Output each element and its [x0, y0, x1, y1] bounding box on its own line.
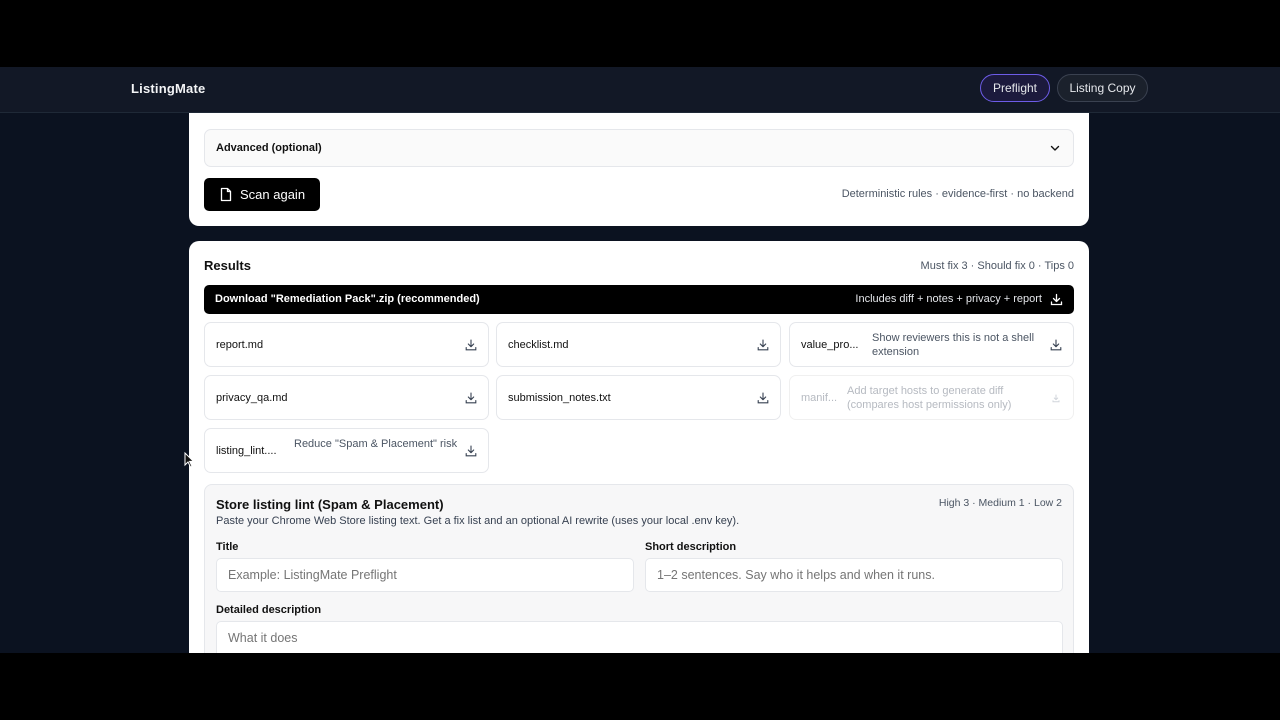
download-icon	[1052, 394, 1060, 403]
file-tile-privacy-qa[interactable]: privacy_qa.md	[204, 375, 489, 420]
lint-title: Store listing lint (Spam & Placement)	[216, 497, 444, 512]
scan-again-button[interactable]: Scan again	[204, 178, 320, 211]
download-icon	[757, 392, 769, 404]
detailed-description-label: Detailed description	[216, 604, 322, 616]
download-pack-meta: Includes diff + notes + privacy + report	[855, 293, 1042, 305]
download-icon	[757, 339, 769, 351]
file-tile-listing-lint[interactable]: listing_lint.... Reduce "Spam & Placemen…	[204, 428, 489, 473]
scan-mode-note: Deterministic rules · evidence-first · n…	[841, 188, 1074, 200]
file-name: report.md	[216, 339, 264, 351]
scan-card: Advanced (optional) Scan again Determini…	[189, 107, 1089, 226]
file-name: value_pro...	[801, 339, 859, 351]
top-navigation-bar: ListingMate Preflight Listing Copy	[0, 67, 1280, 113]
file-name: checklist.md	[508, 339, 569, 351]
file-name: manif...	[801, 392, 838, 404]
file-description: Reduce "Spam & Placement" risk	[294, 438, 458, 450]
download-icon	[1050, 339, 1062, 351]
tab-listing-copy[interactable]: Listing Copy	[1057, 74, 1148, 102]
tab-preflight[interactable]: Preflight	[980, 74, 1050, 102]
mouse-cursor-icon	[184, 452, 194, 468]
lint-severity-counts: High 3 · Medium 1 · Low 2	[938, 497, 1062, 509]
file-name: submission_notes.txt	[508, 392, 611, 404]
scan-again-label: Scan again	[240, 187, 306, 202]
file-tile-submission-notes[interactable]: submission_notes.txt	[496, 375, 781, 420]
file-name: listing_lint....	[216, 445, 277, 457]
listing-lint-panel: Store listing lint (Spam & Placement) Pa…	[204, 484, 1074, 653]
file-tile-checklist[interactable]: checklist.md	[496, 322, 781, 367]
detailed-description-input[interactable]	[216, 621, 1063, 653]
download-pack-label: Download "Remediation Pack".zip (recomme…	[215, 293, 480, 305]
results-title: Results	[204, 258, 251, 273]
file-description: Show reviewers this is not a shell exten…	[872, 332, 1035, 358]
download-icon	[465, 445, 477, 457]
document-scan-icon	[220, 187, 232, 202]
file-tile-manifest-diff: manif... Add target hosts to generate di…	[789, 375, 1074, 420]
download-icon	[1050, 293, 1063, 306]
download-remediation-pack-button[interactable]: Download "Remediation Pack".zip (recomme…	[204, 285, 1074, 314]
advanced-options-toggle[interactable]: Advanced (optional)	[204, 129, 1074, 167]
download-icon	[465, 392, 477, 404]
download-icon	[465, 339, 477, 351]
advanced-options-label: Advanced (optional)	[216, 142, 322, 154]
lint-subtitle: Paste your Chrome Web Store listing text…	[216, 515, 740, 527]
results-card: Results Must fix 3 · Should fix 0 · Tips…	[189, 241, 1089, 653]
title-field-label: Title	[216, 541, 239, 553]
app-brand: ListingMate	[131, 81, 206, 96]
file-description: Add target hosts to generate diff (compa…	[847, 385, 1012, 411]
file-name: privacy_qa.md	[216, 392, 288, 404]
chevron-down-icon	[1050, 145, 1060, 151]
short-description-input[interactable]	[645, 558, 1063, 592]
file-tile-report[interactable]: report.md	[204, 322, 489, 367]
title-input[interactable]	[216, 558, 634, 592]
app-window: ListingMate Preflight Listing Copy Advan…	[0, 67, 1280, 653]
short-description-label: Short description	[645, 541, 737, 553]
file-tile-value-proposition[interactable]: value_pro... Show reviewers this is not …	[789, 322, 1074, 367]
results-counts: Must fix 3 · Should fix 0 · Tips 0	[920, 260, 1074, 272]
